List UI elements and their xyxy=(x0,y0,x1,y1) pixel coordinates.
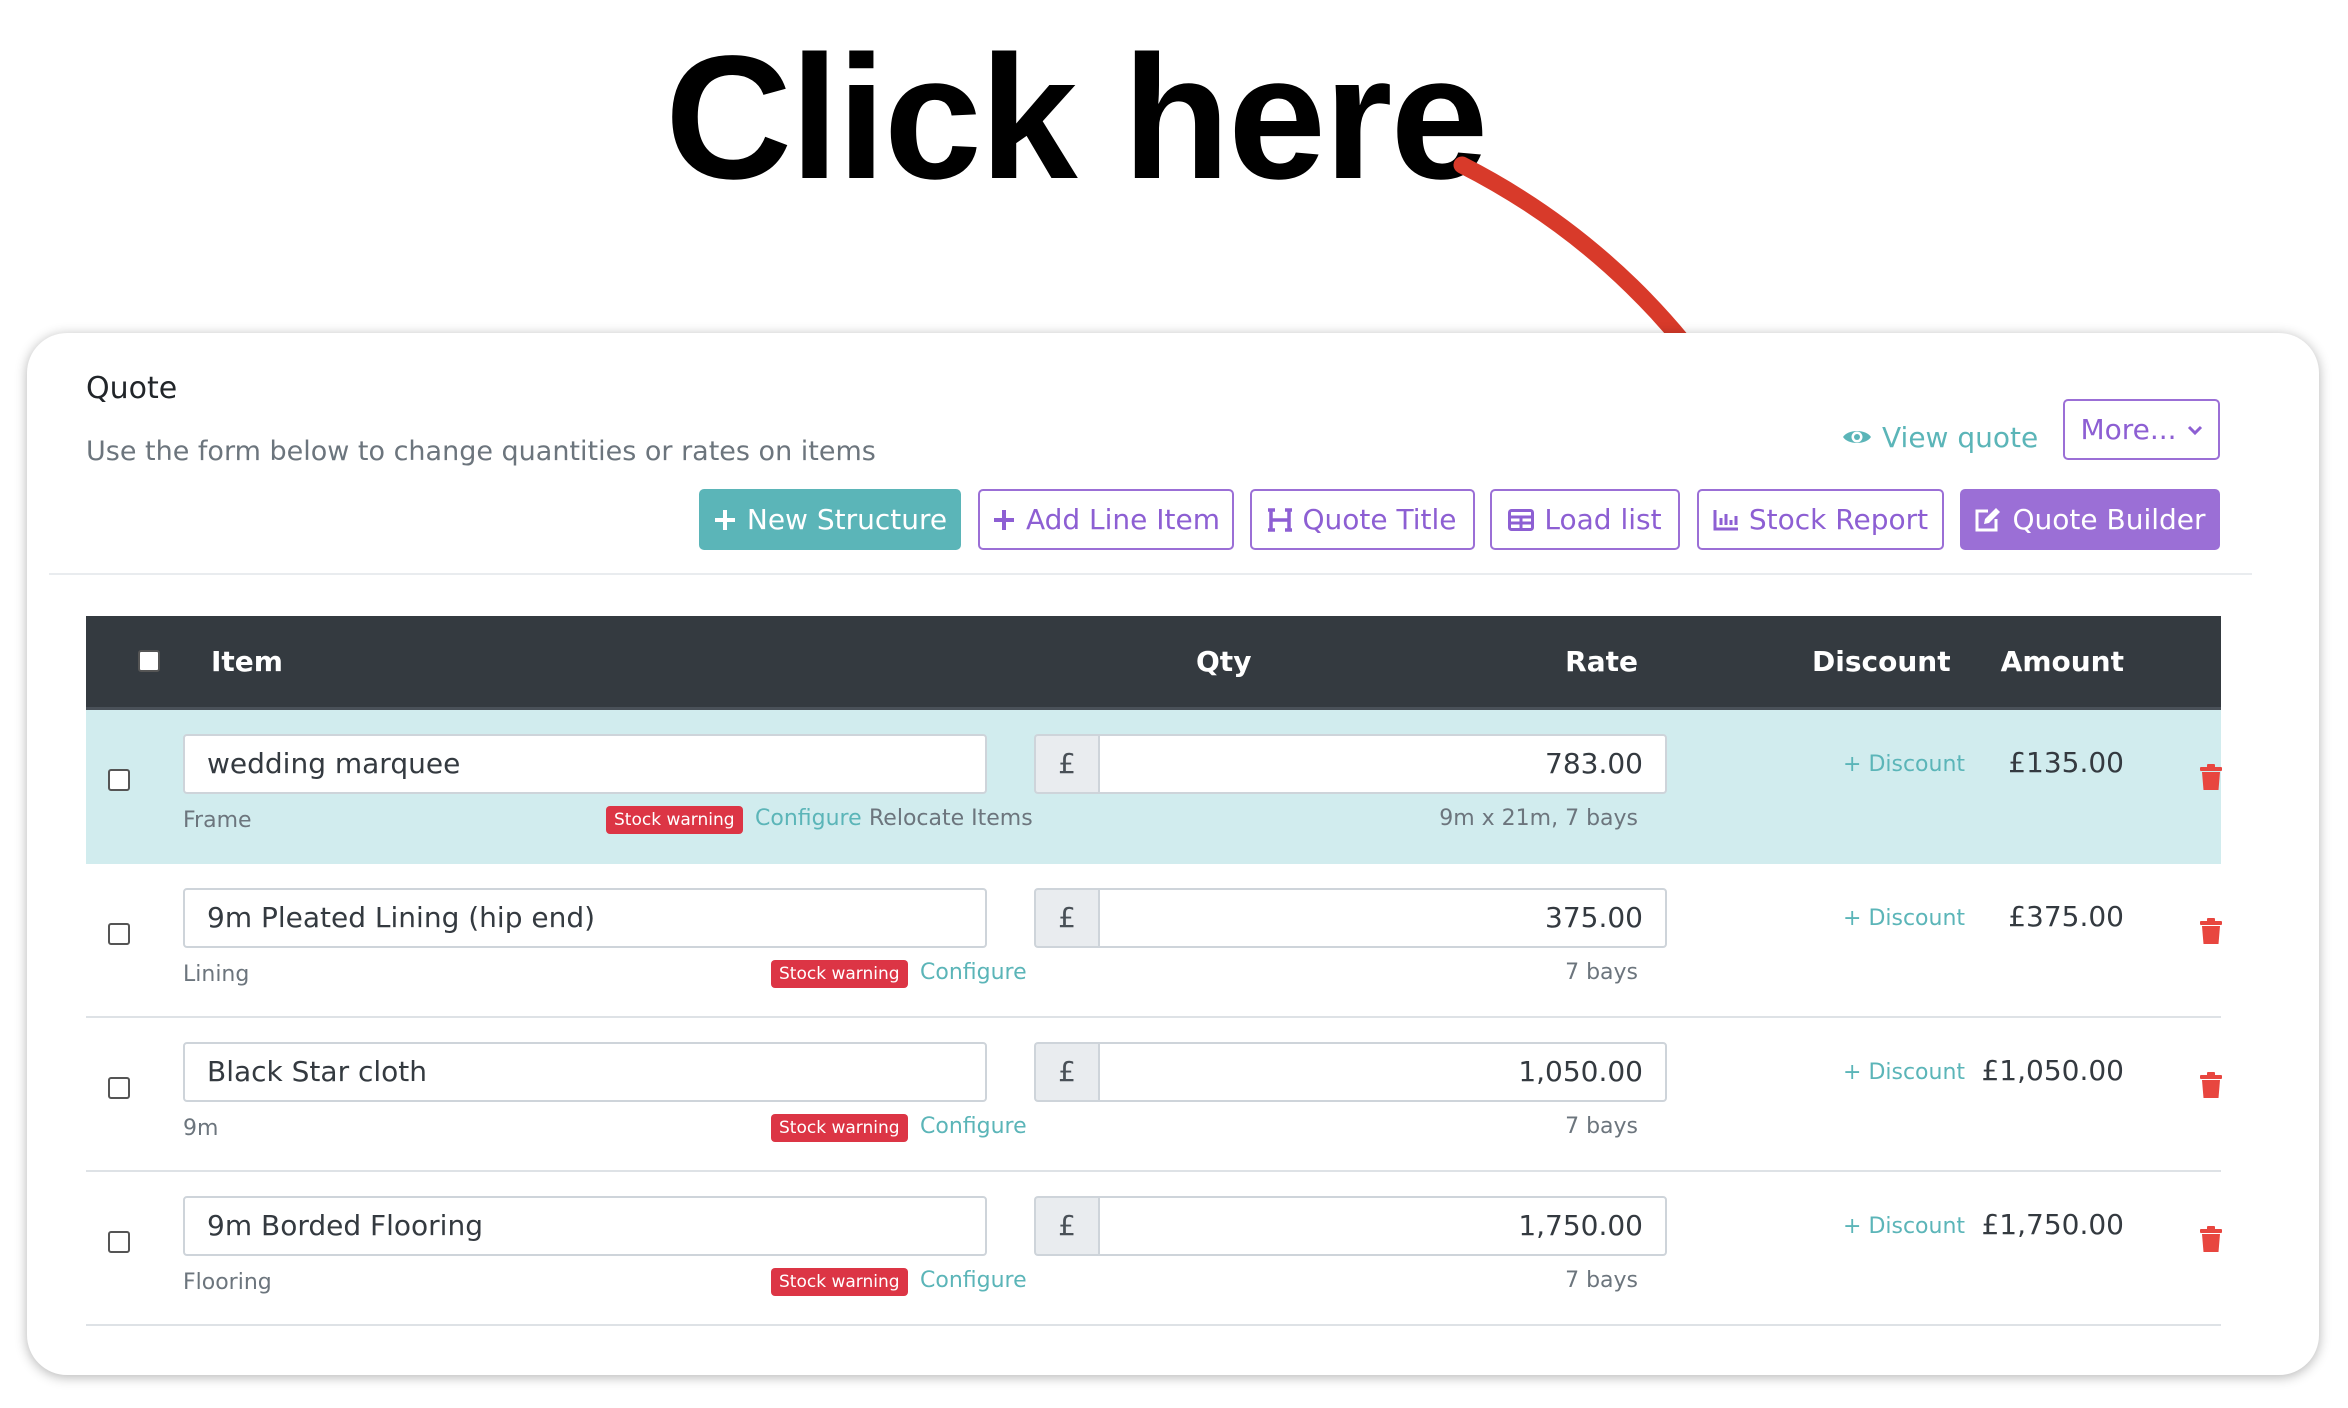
configure-link[interactable]: Configure xyxy=(920,960,1027,985)
item-category: Flooring xyxy=(183,1270,272,1295)
rate-note: 7 bays xyxy=(1565,1268,1638,1293)
trash-icon[interactable] xyxy=(2200,1226,2222,1252)
heading-icon xyxy=(1268,507,1293,532)
header-qty: Qty xyxy=(1196,645,1252,678)
item-name-input[interactable]: Black Star cloth xyxy=(183,1042,987,1102)
relocate-items-link[interactable]: Relocate Items xyxy=(869,806,1033,831)
currency-symbol: £ xyxy=(1034,1042,1098,1102)
table-icon xyxy=(1508,508,1535,531)
configure-link[interactable]: Configure xyxy=(920,1268,1027,1293)
row-checkbox[interactable] xyxy=(108,769,130,791)
add-discount-link[interactable]: + Discount xyxy=(1843,1060,1965,1085)
row-amount: £1,750.00 xyxy=(1981,1208,2124,1241)
chevron-down-icon xyxy=(2187,425,2202,435)
row-checkbox[interactable] xyxy=(108,1231,130,1253)
rate-input[interactable]: 1,050.00 xyxy=(1098,1042,1667,1102)
stock-warning-badge: Stock warning xyxy=(771,1114,908,1142)
currency-symbol: £ xyxy=(1034,1196,1098,1256)
quote-title-button[interactable]: Quote Title xyxy=(1250,489,1475,550)
new-structure-button[interactable]: New Structure xyxy=(699,489,961,550)
row-amount: £1,050.00 xyxy=(1981,1054,2124,1087)
item-name-input[interactable]: 9m Borded Flooring xyxy=(183,1196,987,1256)
row-amount: £375.00 xyxy=(2008,900,2124,933)
plus-icon xyxy=(714,509,735,530)
rate-input[interactable]: 1,750.00 xyxy=(1098,1196,1667,1256)
trash-icon[interactable] xyxy=(2200,918,2222,944)
item-category: Frame xyxy=(183,808,252,833)
load-list-label: Load list xyxy=(1544,503,1662,536)
new-structure-label: New Structure xyxy=(746,503,948,536)
more-dropdown[interactable]: More... xyxy=(2063,399,2220,460)
discount-label: Discount xyxy=(1868,906,1966,931)
item-name-input[interactable]: 9m Pleated Lining (hip end) xyxy=(183,888,987,948)
table-row: 9m Pleated Lining (hip end) Lining Stock… xyxy=(86,864,2222,1018)
stock-warning-badge: Stock warning xyxy=(771,1268,908,1296)
stock-report-button[interactable]: Stock Report xyxy=(1697,489,1944,550)
configure-link[interactable]: Configure xyxy=(920,1114,1027,1139)
view-quote-label: View quote xyxy=(1882,420,2039,454)
rate-input[interactable]: 375.00 xyxy=(1098,888,1667,948)
toolbar-divider xyxy=(49,573,2252,575)
card-title: Quote xyxy=(86,371,178,406)
discount-label: Discount xyxy=(1868,1060,1966,1085)
select-all-checkbox[interactable] xyxy=(138,650,160,672)
chart-bar-icon xyxy=(1713,509,1738,530)
card-subtitle: Use the form below to change quantities … xyxy=(86,436,876,467)
load-list-button[interactable]: Load list xyxy=(1490,489,1680,550)
add-discount-link[interactable]: + Discount xyxy=(1843,752,1965,777)
discount-label: Discount xyxy=(1868,752,1966,777)
annotation-headline: Click here xyxy=(665,20,1488,216)
trash-icon[interactable] xyxy=(2200,1072,2222,1098)
row-checkbox[interactable] xyxy=(108,923,130,945)
configure-link[interactable]: Configure xyxy=(755,806,862,831)
header-rate: Rate xyxy=(1565,645,1638,678)
table-row: Black Star cloth 9m Stock warning Config… xyxy=(86,1018,2222,1172)
currency-symbol: £ xyxy=(1034,734,1098,794)
header-amount: Amount xyxy=(2000,645,2124,678)
quote-title-label: Quote Title xyxy=(1302,503,1457,536)
plus-icon xyxy=(993,509,1014,530)
row-amount: £135.00 xyxy=(2008,746,2124,779)
table-row: wedding marquee Frame Stock warning Conf… xyxy=(86,710,2222,864)
rate-input[interactable]: 783.00 xyxy=(1098,734,1667,794)
trash-icon[interactable] xyxy=(2200,764,2222,790)
item-category: Lining xyxy=(183,962,250,987)
add-discount-link[interactable]: + Discount xyxy=(1843,1214,1965,1239)
rate-note: 7 bays xyxy=(1565,960,1638,985)
add-line-item-button[interactable]: Add Line Item xyxy=(978,489,1234,550)
table-row: 9m Borded Flooring Flooring Stock warnin… xyxy=(86,1172,2222,1326)
add-line-item-label: Add Line Item xyxy=(1025,503,1221,536)
add-discount-link[interactable]: + Discount xyxy=(1843,906,1965,931)
quote-builder-label: Quote Builder xyxy=(2012,503,2206,536)
quote-builder-button[interactable]: Quote Builder xyxy=(1960,489,2220,550)
discount-label: Discount xyxy=(1868,1214,1966,1239)
table-header: Item Qty Rate Discount Amount xyxy=(86,616,2221,710)
rate-note: 9m x 21m, 7 bays xyxy=(1439,806,1638,831)
item-name-input[interactable]: wedding marquee xyxy=(183,734,987,794)
eye-icon xyxy=(1843,431,1871,443)
stock-warning-badge: Stock warning xyxy=(606,806,743,834)
more-label: More... xyxy=(2080,413,2177,446)
rate-note: 7 bays xyxy=(1565,1114,1638,1139)
currency-symbol: £ xyxy=(1034,888,1098,948)
quote-card: Quote Use the form below to change quant… xyxy=(27,333,2319,1375)
row-checkbox[interactable] xyxy=(108,1077,130,1099)
header-discount: Discount xyxy=(1812,645,1951,678)
stock-report-label: Stock Report xyxy=(1748,503,1929,536)
view-quote-link[interactable]: View quote xyxy=(1842,411,2038,463)
edit-icon xyxy=(1975,507,2001,531)
stock-warning-badge: Stock warning xyxy=(771,960,908,988)
header-item: Item xyxy=(211,645,283,678)
item-category: 9m xyxy=(183,1116,219,1141)
